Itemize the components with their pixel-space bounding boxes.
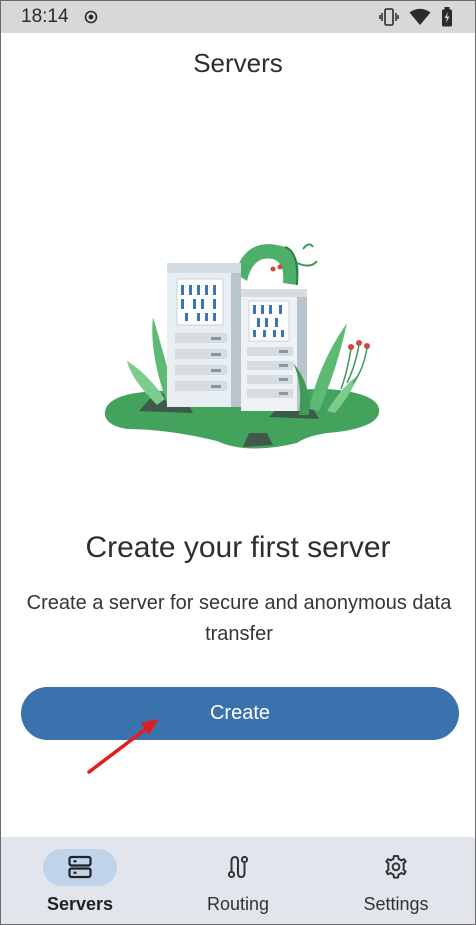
annotation-arrow-icon xyxy=(87,719,159,774)
server-icon xyxy=(68,855,92,879)
vibrate-icon xyxy=(379,8,399,26)
servers-illustration-icon xyxy=(104,243,380,449)
status-time: 18:14 xyxy=(21,6,69,27)
recording-icon xyxy=(84,10,98,24)
nav-tab-routing[interactable]: Routing xyxy=(159,837,317,924)
nav-label-servers: Servers xyxy=(46,894,114,914)
page-title: Servers xyxy=(193,48,283,78)
battery-charging-icon xyxy=(442,7,452,27)
status-icons xyxy=(379,7,453,27)
nav-tab-servers[interactable]: Servers xyxy=(1,837,159,924)
nav-tab-settings[interactable]: Settings xyxy=(317,837,475,924)
status-bar: 18:14 xyxy=(1,1,475,33)
app-screen: 18:14 Servers Create your first server C… xyxy=(0,0,476,925)
empty-state-headline: Create your first server xyxy=(85,531,391,564)
wifi-icon xyxy=(409,8,431,25)
bottom-navigation: Servers Routing Settings xyxy=(1,837,475,924)
nav-label-settings: Settings xyxy=(363,894,429,914)
nav-label-routing: Routing xyxy=(206,894,270,914)
routing-icon xyxy=(227,855,249,879)
create-button-label: Create xyxy=(209,702,271,724)
empty-state-description: Create a server for secure and anonymous… xyxy=(26,592,452,645)
gear-icon xyxy=(385,855,407,879)
